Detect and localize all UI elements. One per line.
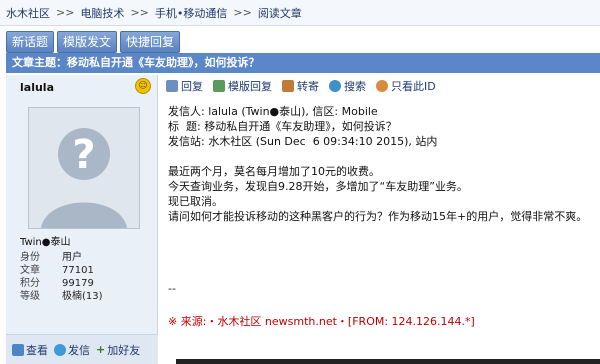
post-toolbar: 回复 模版回复 转寄 搜索 只看此ID (166, 78, 436, 94)
reply-button[interactable]: 回复 (166, 78, 203, 94)
profile-icon (12, 343, 24, 356)
post-signature: -- (168, 282, 176, 295)
stat-row: 积分 99179 (20, 277, 103, 290)
bottom-divider (176, 359, 600, 364)
stat-row: 等级 极楠(13) (20, 290, 103, 303)
stat-value: 99179 (62, 278, 94, 289)
breadcrumb-section[interactable]: 电脑技术 (80, 5, 124, 21)
template-reply-label: 模版回复 (228, 80, 272, 93)
reply-label: 回复 (181, 80, 203, 93)
post-source: ※ 来源:・水木社区 newsmth.net・[FROM: 124.126.14… (168, 315, 475, 328)
post-header-line: 标 题: 移动私自开通《车友助理》，如何投诉？ (168, 120, 397, 133)
stat-row: 文章 77101 (20, 264, 103, 277)
forward-button[interactable]: 转寄 (282, 78, 319, 94)
person-icon (376, 80, 388, 92)
view-label: 查看 (26, 343, 48, 357)
post-body-line: 最近两个月，莫名每月增加了10元的收费。 (168, 165, 380, 178)
search-label: 搜索 (344, 80, 366, 93)
forward-label: 转寄 (297, 80, 319, 93)
breadcrumb-sep: >> (56, 6, 75, 19)
message-icon (54, 343, 66, 356)
stat-value: 77101 (62, 265, 94, 276)
quick-reply-button[interactable]: 快捷回复 (120, 31, 181, 53)
message-label: 发信 (68, 343, 90, 357)
stat-label: 积分 (20, 278, 40, 289)
breadcrumb-current: 阅读文章 (257, 6, 302, 20)
stat-label: 文章 (20, 265, 40, 276)
plus-icon: + (96, 343, 106, 356)
stat-value: 用户 (62, 252, 82, 263)
forward-icon (282, 80, 294, 92)
stat-value: 极楠(13) (62, 291, 103, 302)
breadcrumb: 水木社区 >> 电脑技术 >> 手机•移动通信 >> 阅读文章 (0, 0, 600, 26)
svg-text:?: ? (72, 132, 95, 178)
only-author-button[interactable]: 只看此ID (376, 78, 436, 94)
action-buttons: 新话题 模版发文 快捷回复 (6, 31, 181, 53)
stat-label: 等级 (20, 291, 40, 302)
friend-label: 加好友 (107, 343, 141, 357)
template-post-button[interactable]: 模版发文 (57, 31, 118, 53)
author-panel: lalula ☺ ? Twin●泰山 身份 用户 文章 77101 积分 99179 … (6, 75, 158, 364)
post-body-line: 现已取消。 (168, 195, 223, 208)
avatar: ? (28, 107, 140, 229)
breadcrumb-home[interactable]: 水木社区 (6, 5, 50, 21)
template-icon (213, 80, 225, 92)
new-topic-button[interactable]: 新话题 (6, 31, 55, 53)
search-icon (329, 80, 341, 92)
breadcrumb-sep: >> (233, 6, 252, 19)
post-body-line: 请问如何才能投诉移动的这种黑客户的行为？作为移动15年+的用户，觉得非常不爽。 (168, 210, 588, 223)
post-header-line: 发信站: 水木社区 (Sun Dec 6 09:34:10 2015), 站内 (168, 135, 438, 148)
view-profile-link[interactable]: 查看 (12, 342, 48, 358)
send-message-link[interactable]: 发信 (54, 342, 90, 358)
smile-icon: ☺ (135, 78, 151, 94)
reply-icon (166, 80, 178, 92)
post-body-line: 今天查询业务，发现自9.28开始，多增加了“车友助理”业务。 (168, 180, 468, 193)
author-username[interactable]: lalula (20, 81, 54, 94)
search-button[interactable]: 搜索 (329, 78, 366, 94)
post-header-line: 发信人: lalula (Twin●泰山), 信区: Mobile (168, 105, 378, 118)
stat-row: 身份 用户 (20, 251, 103, 264)
only-author-label: 只看此ID (391, 80, 436, 93)
stat-label: 身份 (20, 252, 40, 263)
breadcrumb-board[interactable]: 手机•移动通信 (155, 5, 228, 21)
author-stats: 身份 用户 文章 77101 积分 99179 等级 极楠(13) (20, 251, 103, 303)
breadcrumb-sep: >> (130, 6, 149, 19)
add-friend-link[interactable]: + 加好友 (96, 342, 140, 358)
template-reply-button[interactable]: 模版回复 (213, 78, 272, 94)
post-content: 发信人: lalula (Twin●泰山), 信区: Mobile 标 题: 移… (168, 104, 598, 224)
author-nickname: Twin●泰山 (20, 237, 71, 248)
author-actions: 查看 发信 + 加好友 (6, 334, 158, 364)
article-title: 文章主题：移动私自开通《车友助理》，如何投诉？ (6, 53, 600, 73)
